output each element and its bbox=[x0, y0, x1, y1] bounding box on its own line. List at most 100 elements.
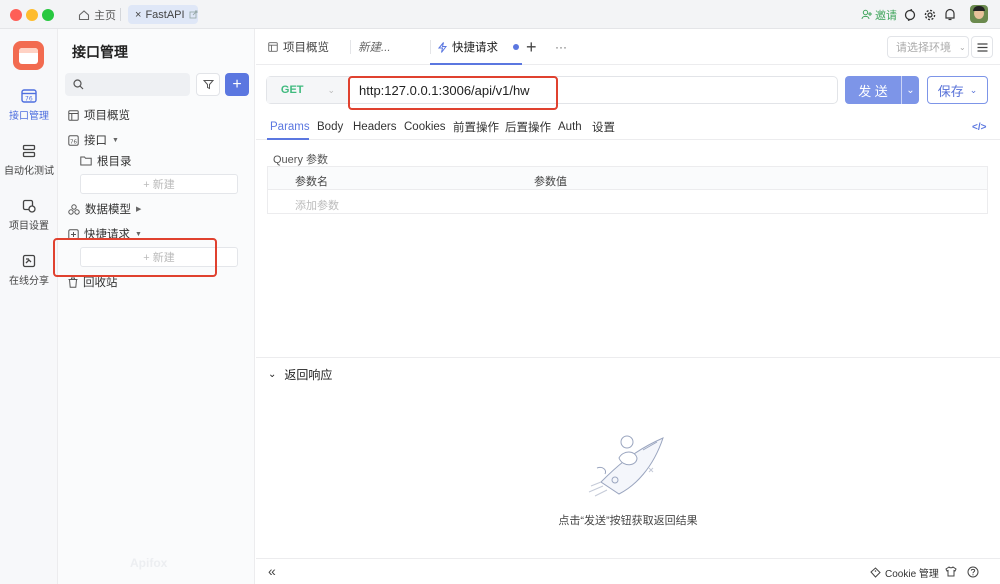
subtab-auth[interactable]: Auth bbox=[558, 115, 582, 139]
tab-new[interactable]: 新建... bbox=[358, 29, 391, 65]
rail-automation-test[interactable]: 自动化测试 bbox=[0, 144, 58, 177]
send-button[interactable]: 发 送 ⌄ bbox=[845, 76, 919, 104]
search-icon bbox=[73, 79, 84, 90]
caret-right-icon: ▶ bbox=[136, 206, 142, 213]
gear-icon[interactable] bbox=[924, 9, 936, 21]
home-tab-label: 主页 bbox=[94, 9, 116, 22]
avatar[interactable] bbox=[970, 5, 988, 23]
highlight-url-annotation bbox=[348, 76, 558, 110]
rail-label: 项目设置 bbox=[9, 221, 49, 232]
filter-button[interactable] bbox=[196, 73, 220, 96]
svg-text:76: 76 bbox=[70, 139, 77, 145]
api-icon: 76 bbox=[21, 89, 37, 103]
rail-project-settings[interactable]: 项目设置 bbox=[0, 199, 58, 232]
method-label: GET bbox=[280, 84, 304, 96]
response-title: 返回响应 bbox=[284, 368, 333, 382]
rail-label: 在线分享 bbox=[9, 276, 49, 287]
subtab-cookies[interactable]: Cookies bbox=[404, 115, 446, 139]
chevron-down-icon: ⌄ bbox=[959, 42, 966, 52]
models-icon bbox=[68, 203, 80, 215]
sidebar-item-models[interactable]: 数据模型 ▶ bbox=[68, 200, 141, 218]
title-bar: 主页 × FastAPI 邀请 bbox=[0, 0, 1000, 29]
chevron-down-icon: ⌄ bbox=[268, 369, 277, 380]
footer-bar: « Cookie 管理 bbox=[256, 558, 1000, 584]
folder-icon bbox=[80, 156, 92, 166]
caret-down-icon: ▼ bbox=[135, 230, 142, 238]
external-link-icon[interactable] bbox=[189, 10, 198, 19]
query-params-title: Query 参数 bbox=[273, 154, 329, 166]
sidebar-item-label: 项目概览 bbox=[84, 110, 130, 122]
rail-label: 接口管理 bbox=[9, 111, 49, 122]
highlight-new-annotation bbox=[53, 238, 217, 277]
close-window-button[interactable] bbox=[10, 9, 22, 21]
share-icon bbox=[22, 254, 36, 268]
send-label: 发 送 bbox=[858, 83, 888, 99]
subtab-headers[interactable]: Headers bbox=[353, 115, 396, 139]
params-header-row: 参数名 参数值 bbox=[268, 167, 987, 190]
bell-icon[interactable] bbox=[944, 8, 956, 21]
help-icon[interactable] bbox=[967, 566, 979, 578]
home-icon bbox=[78, 9, 90, 20]
add-param-input[interactable]: 添加参数 bbox=[295, 197, 339, 213]
sidebar-title: 接口管理 bbox=[72, 44, 128, 60]
sidebar-item-root[interactable]: 根目录 bbox=[80, 152, 132, 170]
menu-icon bbox=[977, 43, 988, 52]
subtab-pre-request[interactable]: 前置操作 bbox=[453, 115, 499, 139]
project-tab[interactable]: × FastAPI bbox=[128, 5, 198, 24]
column-header-value: 参数值 bbox=[534, 176, 567, 188]
menu-button[interactable] bbox=[971, 36, 993, 58]
subtab-settings[interactable]: 设置 bbox=[592, 115, 615, 139]
subtab-post-request[interactable]: 后置操作 bbox=[505, 115, 551, 139]
minimize-window-button[interactable] bbox=[26, 9, 38, 21]
more-tabs-button[interactable]: ··· bbox=[555, 29, 567, 65]
overview-icon bbox=[68, 109, 79, 121]
tab-label: 新建... bbox=[358, 42, 391, 54]
column-header-name: 参数名 bbox=[295, 176, 328, 188]
invite-button[interactable]: 邀请 bbox=[861, 6, 897, 23]
request-subtabs: Params Body Headers Cookies 前置操作 后置操作 Au… bbox=[256, 115, 1000, 140]
filter-icon bbox=[203, 80, 214, 90]
new-api-button[interactable]: + 新建 bbox=[80, 174, 238, 194]
add-tab-button[interactable]: + bbox=[526, 29, 537, 65]
close-tab-icon[interactable]: × bbox=[135, 9, 141, 21]
add-button[interactable]: + bbox=[225, 73, 249, 96]
trash-icon bbox=[68, 277, 78, 288]
rail-online-share[interactable]: 在线分享 bbox=[0, 254, 58, 287]
rail-api-management[interactable]: 76 接口管理 bbox=[0, 89, 58, 122]
maximize-window-button[interactable] bbox=[42, 9, 54, 21]
lightning-icon bbox=[438, 41, 447, 53]
user-add-icon bbox=[861, 9, 872, 20]
search-input[interactable] bbox=[65, 73, 190, 96]
sidebar-item-api[interactable]: 76 接口 ▼ bbox=[68, 131, 119, 149]
overview-icon bbox=[268, 42, 278, 52]
sync-icon[interactable] bbox=[904, 9, 916, 21]
environment-placeholder: 请选择环境 bbox=[896, 42, 951, 54]
sidebar-item-overview[interactable]: 项目概览 bbox=[68, 106, 130, 124]
rail-label: 自动化测试 bbox=[4, 166, 54, 177]
request-tabs: 项目概览 新建... 快捷请求 + ··· 请选择环境 ⌄ bbox=[256, 29, 1000, 65]
sidebar-item-label: 根目录 bbox=[97, 156, 132, 168]
code-icon[interactable]: </> bbox=[972, 115, 986, 139]
collapse-sidebar-button[interactable]: « bbox=[268, 563, 276, 579]
home-tab[interactable]: 主页 bbox=[78, 6, 116, 23]
cookie-manager-button[interactable]: Cookie 管理 bbox=[870, 565, 939, 580]
subtab-params[interactable]: Params bbox=[270, 115, 310, 139]
environment-select[interactable]: 请选择环境 ⌄ bbox=[887, 36, 969, 58]
save-label: 保存 bbox=[937, 83, 964, 99]
tab-label: 项目概览 bbox=[283, 42, 329, 54]
left-rail: 76 接口管理 自动化测试 项目设置 在线分享 bbox=[0, 29, 58, 584]
shirt-icon[interactable] bbox=[945, 566, 957, 577]
sidebar-item-label: 接口 bbox=[84, 135, 107, 147]
cookie-icon bbox=[870, 567, 881, 578]
send-dropdown-icon[interactable]: ⌄ bbox=[902, 85, 919, 96]
method-select[interactable]: GET ⌄ bbox=[267, 77, 350, 103]
tab-quick-request[interactable]: 快捷请求 bbox=[438, 29, 519, 65]
subtab-body[interactable]: Body bbox=[317, 115, 343, 139]
response-toggle[interactable]: ⌄ 返回响应 bbox=[268, 366, 332, 383]
caret-down-icon: ▼ bbox=[112, 136, 119, 144]
tab-label: 快捷请求 bbox=[452, 42, 498, 54]
save-button[interactable]: 保存 ⌄ bbox=[927, 76, 988, 104]
tab-overview[interactable]: 项目概览 bbox=[268, 29, 329, 65]
layers-icon bbox=[22, 144, 36, 158]
params-table: 参数名 参数值 添加参数 bbox=[267, 166, 988, 214]
